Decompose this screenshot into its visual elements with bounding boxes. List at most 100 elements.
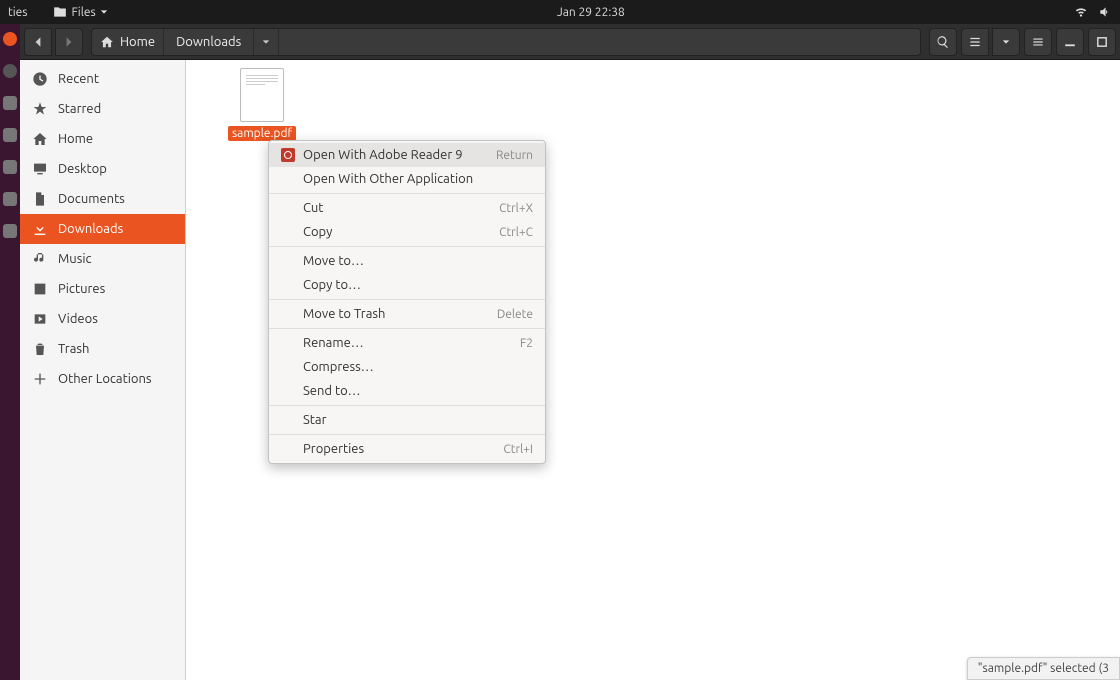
search-button[interactable] [929,28,957,56]
clock[interactable]: Jan 29 22:38 [557,6,625,19]
places-sidebar: Recent Starred Home Desktop Documents Downloa… [20,60,186,680]
context-item[interactable]: Open With Adobe Reader 9 Return [269,143,545,167]
home-icon [100,35,114,49]
context-item[interactable]: Copy Ctrl+C [269,220,545,244]
launcher-icon[interactable] [3,64,17,78]
view-list-button[interactable] [961,28,989,56]
context-item-label: Send to… [303,384,361,398]
sidebar-item-label: Downloads [58,222,123,236]
window-toolbar: Home Downloads [20,24,1120,60]
context-item-label: Properties [303,442,364,456]
adobe-reader-icon [281,148,295,162]
context-item-label: Cut [303,201,323,215]
maximize-icon [1096,36,1108,48]
sidebar-item-label: Pictures [58,282,105,296]
app-menu[interactable]: Files [53,5,107,19]
minimize-icon [1064,36,1076,48]
breadcrumb-home-icon[interactable]: Home [92,29,164,55]
sidebar-item-starred[interactable]: Starred [20,94,185,124]
starred-icon [32,101,48,117]
launcher-icon[interactable] [3,96,17,110]
context-item-shortcut: Ctrl+C [499,226,533,239]
context-separator [269,193,545,194]
breadcrumb-home: Home [120,35,155,49]
chevron-down-icon [1002,38,1010,46]
context-item-label: Rename… [303,336,364,350]
pdf-file-icon [240,68,284,122]
context-item[interactable]: Compress… [269,355,545,379]
chevron-down-icon [262,38,270,46]
context-item-label: Move to… [303,254,364,268]
launcher-dock [0,24,20,680]
recent-icon [32,71,48,87]
nav-forward-button[interactable] [55,28,83,56]
sidebar-item-label: Starred [58,102,101,116]
context-item-label: Open With Adobe Reader 9 [303,148,463,162]
sidebar-item-documents[interactable]: Documents [20,184,185,214]
downloads-icon [32,221,48,237]
chevron-down-icon [100,8,108,16]
desktop-icon [32,161,48,177]
view-dropdown-button[interactable] [992,28,1020,56]
context-item-label: Star [303,413,327,427]
sidebar-item-videos[interactable]: Videos [20,304,185,334]
context-menu: Open With Adobe Reader 9ReturnOpen With … [268,140,546,464]
sidebar-item-recent[interactable]: Recent [20,64,185,94]
sidebar-item-label: Trash [58,342,89,356]
context-item-label: Compress… [303,360,374,374]
sidebar-item-downloads[interactable]: Downloads [20,214,185,244]
other-icon [32,371,48,387]
hamburger-menu-button[interactable] [1024,28,1052,56]
context-item[interactable]: Star [269,408,545,432]
context-separator [269,328,545,329]
context-item-shortcut: F2 [520,337,533,350]
activities-label[interactable]: ties [8,6,27,19]
context-item[interactable]: Move to TrashDelete [269,302,545,326]
maximize-window-button[interactable] [1088,28,1116,56]
context-item-label: Copy [303,225,332,239]
launcher-icon[interactable] [3,32,17,46]
list-icon [968,35,982,49]
sidebar-item-trash[interactable]: Trash [20,334,185,364]
context-item[interactable]: Cut Ctrl+X [269,196,545,220]
sidebar-item-home[interactable]: Home [20,124,185,154]
context-item-shortcut: Return [496,149,533,162]
trash-icon [32,341,48,357]
context-item[interactable]: Open With Other Application [269,167,545,191]
launcher-icon[interactable] [3,160,17,174]
sidebar-item-pictures[interactable]: Pictures [20,274,185,304]
context-item[interactable]: Copy to… [269,273,545,297]
launcher-icon[interactable] [3,128,17,142]
context-item[interactable]: Rename… F2 [269,331,545,355]
sidebar-item-music[interactable]: Music [20,244,185,274]
status-bar: "sample.pdf" selected (3 [967,657,1120,680]
minimize-window-button[interactable] [1056,28,1084,56]
context-separator [269,405,545,406]
wifi-icon[interactable] [1074,5,1088,19]
file-item[interactable]: sample.pdf [222,68,302,141]
breadcrumb-current[interactable]: Downloads [164,29,254,55]
context-item-shortcut: Delete [497,308,533,321]
sidebar-item-label: Desktop [58,162,107,176]
nav-back-button[interactable] [24,28,52,56]
pictures-icon [32,281,48,297]
window-body: Recent Starred Home Desktop Documents Downloa… [20,60,1120,680]
breadcrumb-dropdown[interactable] [254,29,279,55]
sidebar-item-other[interactable]: Other Locations [20,364,185,394]
system-topbar: ties Files Jan 29 22:38 [0,0,1120,24]
context-separator [269,246,545,247]
volume-icon[interactable] [1098,5,1112,19]
context-item[interactable]: Send to… [269,379,545,403]
context-item-shortcut: Ctrl+X [499,202,533,215]
folder-icon [53,5,67,19]
context-item[interactable]: PropertiesCtrl+I [269,437,545,461]
sidebar-item-desktop[interactable]: Desktop [20,154,185,184]
launcher-icon[interactable] [3,192,17,206]
context-item-label: Copy to… [303,278,361,292]
sidebar-item-label: Home [58,132,93,146]
file-label: sample.pdf [228,126,296,141]
sidebar-item-label: Recent [58,72,99,86]
search-icon [936,35,950,49]
context-item[interactable]: Move to… [269,249,545,273]
launcher-icon[interactable] [3,224,17,238]
